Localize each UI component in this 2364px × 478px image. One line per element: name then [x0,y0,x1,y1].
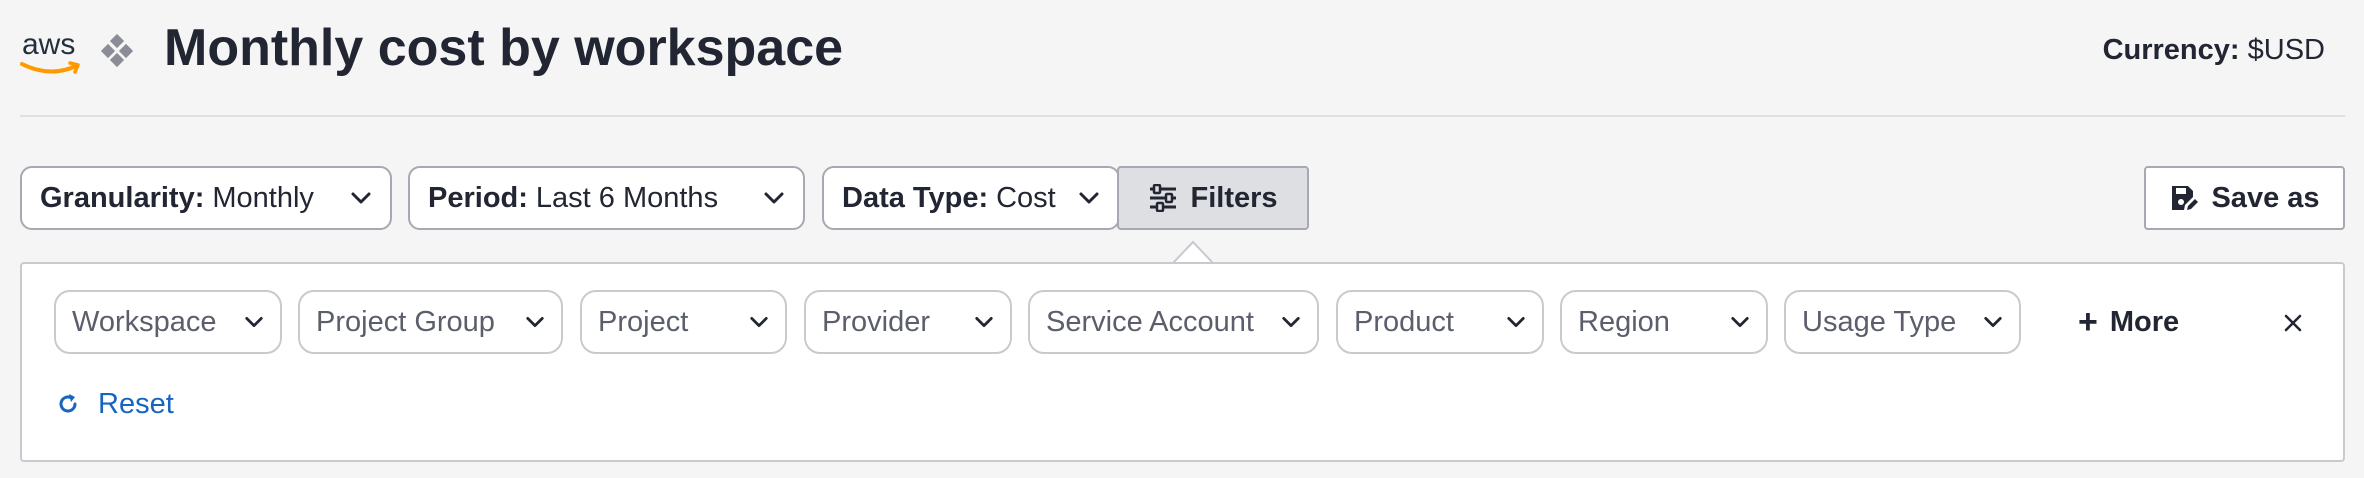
filter-chip-workspace[interactable]: Workspace [54,290,282,354]
chevron-down-icon [1984,317,2002,327]
save-edit-icon [2172,186,2199,210]
granularity-dropdown[interactable]: Granularity: Monthly [20,166,392,230]
aws-smile-icon [20,61,80,74]
currency-label: Currency: [2102,34,2240,66]
chevron-down-icon [1507,317,1525,327]
granularity-value: Monthly [212,181,314,214]
chip-label: Region [1578,305,1670,338]
data-type-label: Data Type: [842,181,989,214]
filter-chip-project[interactable]: Project [580,290,787,354]
chevron-down-icon [764,192,784,204]
chevron-down-icon [1079,192,1099,204]
filters-button[interactable]: Filters [1117,166,1309,230]
currency-indicator: Currency: $USD [2103,34,2325,67]
refresh-icon [59,394,77,413]
reset-label: Reset [98,387,174,420]
period-label: Period: [428,181,528,214]
diamond-cluster-icon [100,34,134,68]
filters-label: Filters [1190,181,1278,214]
aws-logo-text: aws [22,28,76,61]
chevron-down-icon [245,317,263,327]
panel-caret [1173,240,1213,264]
chevron-down-icon [526,317,544,327]
period-dropdown[interactable]: Period: Last 6 Months [408,166,805,230]
save-as-button[interactable]: Save as [2144,166,2345,230]
currency-value: $USD [2247,34,2325,66]
close-icon[interactable] [2282,312,2304,334]
chip-label: Service Account [1046,305,1254,338]
filter-chip-service-account[interactable]: Service Account [1028,290,1319,354]
toolbar: Granularity: Monthly Period: Last 6 Mont… [20,166,2345,230]
filter-panel: Workspace Project Group Project Provider… [20,262,2345,462]
granularity-label: Granularity: [40,181,205,214]
filter-chip-usage-type[interactable]: Usage Type [1784,290,2021,354]
filter-chip-project-group[interactable]: Project Group [298,290,563,354]
chip-label: Provider [822,305,930,338]
chevron-down-icon [351,192,371,204]
plus-icon: + [2078,303,2098,341]
filter-chip-product[interactable]: Product [1336,290,1544,354]
chevron-down-icon [1731,317,1749,327]
chip-label: Product [1354,305,1454,338]
page-title: Monthly cost by workspace [164,19,844,77]
filter-chip-provider[interactable]: Provider [804,290,1012,354]
save-as-label: Save as [2211,181,2320,214]
chevron-down-icon [975,317,993,327]
sliders-icon [1150,184,1177,212]
chevron-down-icon [1282,317,1300,327]
more-filters-button[interactable]: + More [2078,304,2179,340]
aws-logo: aws [20,28,86,78]
page-header: aws Monthly cost by workspace Currency: … [20,0,2345,117]
filter-chip-region[interactable]: Region [1560,290,1768,354]
chip-label: Usage Type [1802,305,1957,338]
period-value: Last 6 Months [535,181,719,214]
more-label: More [2109,305,2180,338]
reset-link[interactable]: Reset [56,386,174,422]
chip-label: Workspace [72,305,217,338]
data-type-value: Cost [996,181,1056,214]
chip-label: Project Group [316,305,495,338]
data-type-dropdown[interactable]: Data Type: Cost [822,166,1120,230]
chevron-down-icon [750,317,768,327]
chip-label: Project [598,305,689,338]
